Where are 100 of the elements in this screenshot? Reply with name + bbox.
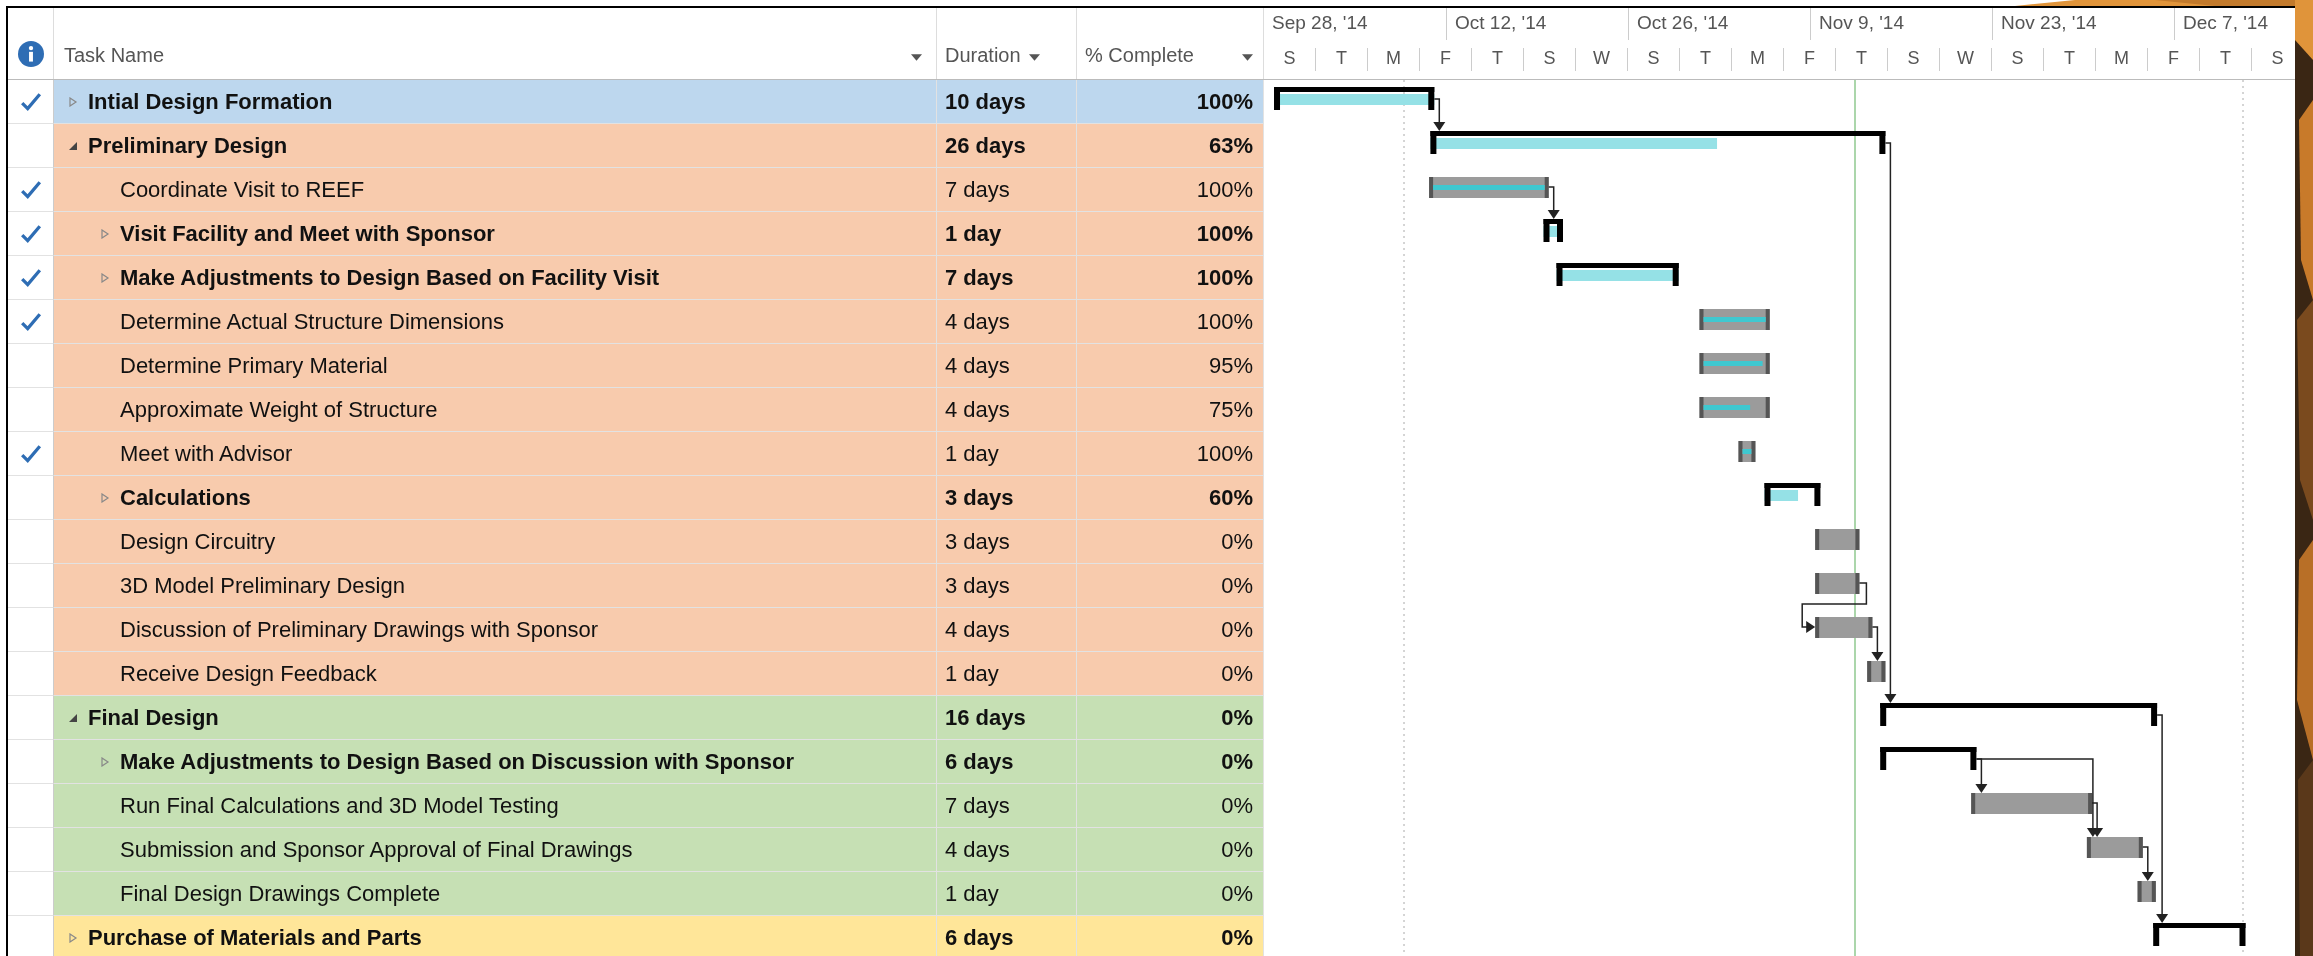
task-bar xyxy=(1738,441,1756,462)
percent-complete-cell: 0% xyxy=(1077,784,1264,828)
task-bar xyxy=(1815,617,1873,638)
summary-bar xyxy=(1764,483,1821,506)
timescale-label: S xyxy=(1628,47,1680,71)
dependency-arrow xyxy=(2141,846,2154,881)
caret-icon[interactable] xyxy=(1242,54,1253,61)
task-name: Intial Design Formation xyxy=(88,88,333,115)
duration-cell: 7 days xyxy=(937,168,1077,212)
task-name: Discussion of Preliminary Drawings with Sponsor xyxy=(120,616,599,643)
timescale-label: S xyxy=(1524,47,1576,71)
timescale-label: W xyxy=(1940,47,1992,71)
percent-complete-cell: 100% xyxy=(1077,168,1264,212)
duration-cell: 7 days xyxy=(937,256,1077,300)
timescale-label: Dec 7, '14 xyxy=(2174,8,2295,40)
task-name: Run Final Calculations and 3D Model Testing xyxy=(120,792,559,819)
task-name: Final Design xyxy=(88,704,219,731)
percent-complete-cell: 0% xyxy=(1077,564,1264,608)
percent-complete-cell: 0% xyxy=(1077,608,1264,652)
percent-complete-cell: 0% xyxy=(1077,696,1264,740)
duration-cell: 10 days xyxy=(937,80,1077,124)
task-bar xyxy=(2137,881,2156,902)
timescale-label: F xyxy=(2148,47,2200,71)
duration-cell: 7 days xyxy=(937,784,1077,828)
percent-complete-cell: 63% xyxy=(1077,124,1264,168)
task-name: Purchase of Materials and Parts xyxy=(88,924,422,951)
task-bar xyxy=(2086,837,2143,858)
timescale-label: S xyxy=(1992,47,2044,71)
percent-complete-cell: 60% xyxy=(1077,476,1264,520)
timescale-label: M xyxy=(1732,47,1784,71)
timescale-label: T xyxy=(2200,47,2252,71)
duration-cell: 4 days xyxy=(937,828,1077,872)
percent-complete-cell: 0% xyxy=(1077,916,1264,956)
task-name: Submission and Sponsor Approval of Final Drawings xyxy=(120,836,633,863)
timescale-label: Nov 9, '14 xyxy=(1810,8,1992,40)
percent-complete-cell: 0% xyxy=(1077,520,1264,564)
timescale-label: Nov 23, '14 xyxy=(1992,8,2174,40)
task-name: 3D Model Preliminary Design xyxy=(120,572,405,599)
duration-cell: 1 day xyxy=(937,432,1077,476)
column-header[interactable]: % Complete xyxy=(1077,8,1264,79)
duration-cell: 4 days xyxy=(937,388,1077,432)
summary-bar xyxy=(1543,219,1563,242)
task-name: Meet with Advisor xyxy=(120,440,293,467)
dependency-arrow xyxy=(1801,582,1868,633)
triangle-icon[interactable] xyxy=(68,712,78,723)
duration-cell: 1 day xyxy=(937,652,1077,696)
timescale-label: T xyxy=(1472,47,1524,71)
timescale-label: Oct 12, '14 xyxy=(1446,8,1628,40)
percent-complete-cell: 75% xyxy=(1077,388,1264,432)
timescale-label: T xyxy=(1836,47,1888,71)
timescale-label: W xyxy=(1576,47,1628,71)
task-name: Approximate Weight of Structure xyxy=(120,396,438,423)
task-name: Coordinate Visit to REEF xyxy=(120,176,365,203)
task-name: Make Adjustments to Design Based on Facility Visit xyxy=(120,264,660,291)
task-bar xyxy=(1867,661,1886,682)
timescale-label: Oct 26, '14 xyxy=(1628,8,1810,40)
timescale-label: T xyxy=(1680,47,1732,71)
percent-complete-cell: 0% xyxy=(1077,652,1264,696)
timescale-label: T xyxy=(2044,47,2096,71)
caret-icon[interactable] xyxy=(1028,54,1040,61)
task-name: Determine Primary Material xyxy=(120,352,388,379)
task-bar xyxy=(1699,353,1770,374)
caret-icon[interactable] xyxy=(911,54,922,61)
timescale-label: M xyxy=(1368,47,1420,71)
task-name: Preliminary Design xyxy=(88,132,288,159)
duration-cell: 3 days xyxy=(937,520,1077,564)
task-name: Determine Actual Structure Dimensions xyxy=(120,308,504,335)
duration-cell: 6 days xyxy=(937,740,1077,784)
task-bar xyxy=(1699,309,1770,330)
timescale-label: F xyxy=(1784,47,1836,71)
task-name: Visit Facility and Meet with Sponsor xyxy=(120,220,495,247)
percent-complete-cell: 95% xyxy=(1077,344,1264,388)
percent-complete-cell: 100% xyxy=(1077,256,1264,300)
task-name: Final Design Drawings Complete xyxy=(120,880,441,907)
task-name: Make Adjustments to Design Based on Discussion with Sponsor xyxy=(120,748,794,775)
duration-cell: 4 days xyxy=(937,608,1077,652)
percent-complete-cell: 100% xyxy=(1077,300,1264,344)
duration-cell: 6 days xyxy=(937,916,1077,956)
percent-complete-cell: 100% xyxy=(1077,212,1264,256)
duration-cell: 16 days xyxy=(937,696,1077,740)
timescale-label: M xyxy=(2096,47,2148,71)
percent-complete-cell: 0% xyxy=(1077,828,1264,872)
timescale-label: Sep 28, '14 xyxy=(1271,11,1369,35)
duration-cell: 3 days xyxy=(937,476,1077,520)
timescale-label: S xyxy=(1888,47,1940,71)
duration-cell: 4 days xyxy=(937,344,1077,388)
task-name: Receive Design Feedback xyxy=(120,660,377,687)
percent-complete-cell: 0% xyxy=(1077,740,1264,784)
info-icon xyxy=(17,41,44,67)
duration-cell: 3 days xyxy=(937,564,1077,608)
percent-complete-cell: 0% xyxy=(1077,872,1264,916)
percent-complete-cell: 100% xyxy=(1077,432,1264,476)
duration-cell: 4 days xyxy=(937,300,1077,344)
task-bar xyxy=(1699,397,1770,418)
dependency-arrow xyxy=(1433,98,1446,131)
triangle-icon[interactable] xyxy=(68,140,78,151)
task-bar xyxy=(1815,573,1860,594)
column-header[interactable]: Duration xyxy=(937,8,1077,79)
duration-cell: 1 day xyxy=(937,212,1077,256)
task-name: Design Circuitry xyxy=(120,528,276,555)
